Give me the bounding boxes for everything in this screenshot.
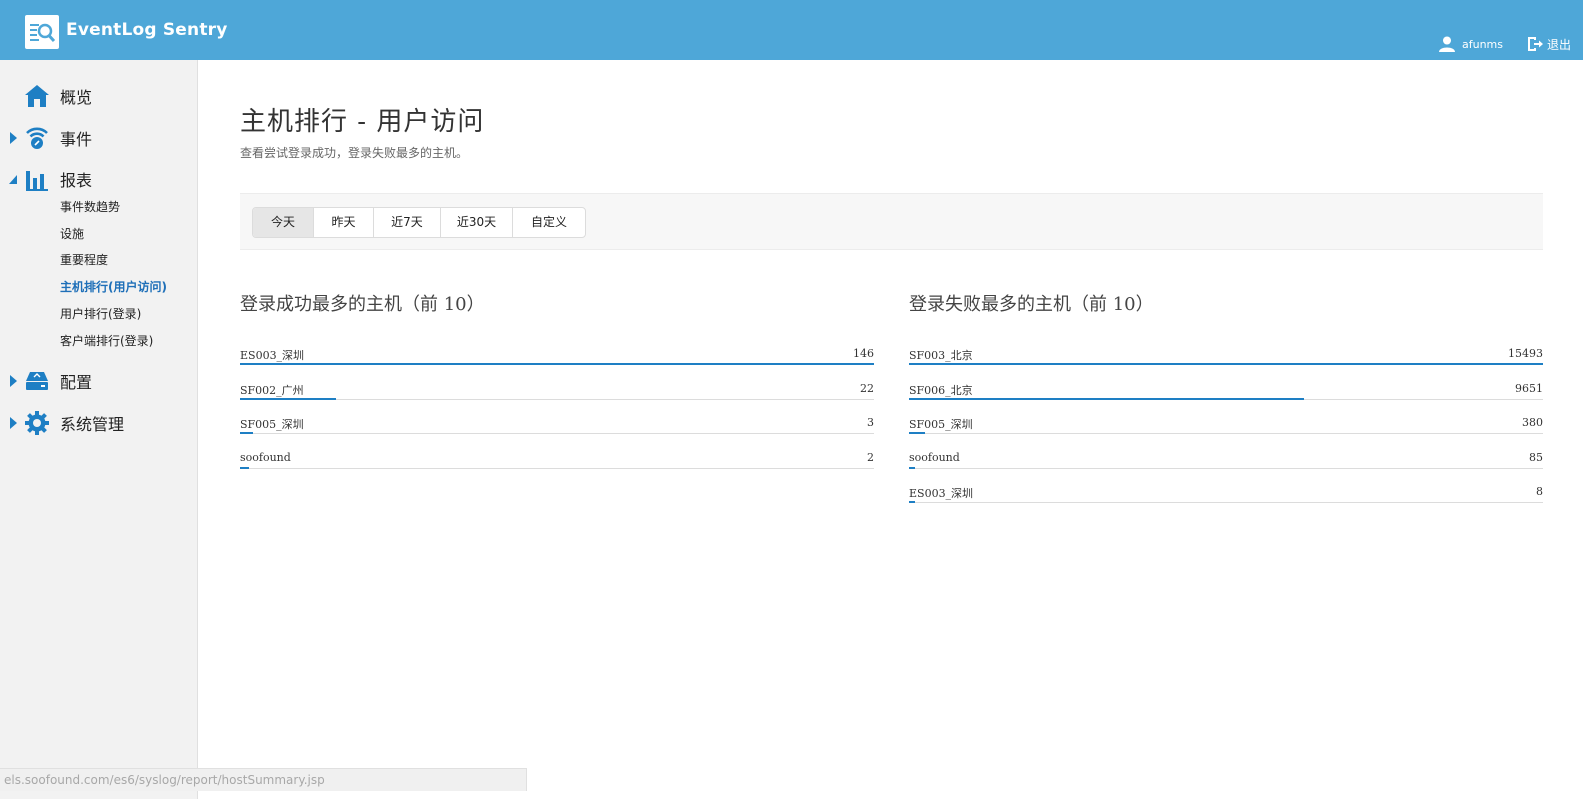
sidebar-subitem-user-ranking[interactable]: 用户排行(登录) (60, 305, 141, 322)
failure-panel-title: 登录失败最多的主机（前 10） (909, 294, 1154, 315)
progress-fill (909, 397, 1304, 400)
progress-fill (909, 432, 925, 434)
host-name: ES003_深圳 (909, 487, 974, 500)
time-filter-group: 今天 昨天 近7天 近30天 自定义 (252, 207, 586, 238)
username: afunms (1462, 37, 1504, 51)
filter-7days-button[interactable]: 近7天 (374, 208, 441, 237)
bar-chart-icon (26, 171, 48, 191)
progress-fill (909, 501, 915, 503)
host-count: 85 (1529, 450, 1543, 464)
chevron-right-icon (10, 375, 17, 387)
progress-track (909, 433, 1543, 434)
ranking-row: SF005_深圳 380 (909, 409, 1543, 444)
progress-fill (909, 466, 915, 469)
host-name: soofound (240, 450, 291, 464)
host-name: SF002_广州 (240, 383, 304, 397)
ranking-row: soofound 2 (240, 444, 874, 479)
progress-fill (909, 363, 1543, 365)
sidebar-item-overview[interactable]: 概览 (0, 78, 198, 114)
app-title: EventLog Sentry (66, 20, 228, 40)
chevron-right-icon (10, 132, 17, 144)
progress-fill (240, 363, 874, 365)
sidebar-subitem-facility[interactable]: 设施 (60, 225, 84, 242)
host-name: SF003_北京 (909, 349, 973, 362)
logout-button[interactable]: 退出 (1526, 35, 1571, 53)
home-icon (25, 85, 49, 107)
host-name: SF005_深圳 (909, 418, 973, 431)
sidebar-subitem-host-ranking[interactable]: 主机排行(用户访问) (60, 278, 167, 295)
sidebar: 概览 事件 报表 事件数趋势 设施 重要程度 主机排行(用户访问) 用户排行(登… (0, 60, 198, 799)
success-panel-title: 登录成功最多的主机（前 10） (240, 294, 485, 315)
ranking-row: SF005_深圳 3 (240, 409, 874, 444)
chevron-right-icon (10, 417, 17, 429)
time-filter-bar: 今天 昨天 近7天 近30天 自定义 (240, 193, 1543, 250)
host-count: 8 (1536, 485, 1543, 498)
ranking-row: SF002_广州 22 (240, 375, 874, 410)
log-search-icon[interactable] (25, 15, 59, 49)
ranking-row: SF003_北京 15493 (909, 340, 1543, 375)
ranking-row: soofound 85 (909, 444, 1543, 479)
device-icon (26, 372, 48, 390)
gear-icon (25, 411, 49, 435)
ranking-row: ES003_深圳 146 (240, 340, 874, 375)
host-count: 146 (853, 347, 874, 360)
sidebar-subitem-client-ranking[interactable]: 客户端排行(登录) (60, 332, 153, 349)
sidebar-item-label: 概览 (60, 88, 93, 107)
sidebar-item-label: 系统管理 (60, 415, 125, 434)
progress-track (240, 433, 874, 434)
progress-track (240, 467, 874, 469)
sidebar-item-system[interactable]: 系统管理 (0, 405, 198, 441)
sidebar-item-events[interactable]: 事件 (0, 120, 198, 156)
page-subtitle: 查看尝试登录成功，登录失败最多的主机。 (240, 146, 469, 160)
host-count: 22 (860, 381, 874, 395)
logout-icon (1528, 37, 1543, 51)
ranking-row: SF006_北京 9651 (909, 375, 1543, 410)
host-count: 9651 (1515, 381, 1543, 395)
user-menu[interactable]: afunms (1438, 35, 1503, 53)
host-count: 380 (1522, 416, 1543, 429)
sidebar-item-config[interactable]: 配置 (0, 363, 198, 399)
host-name: SF005_深圳 (240, 418, 304, 431)
host-count: 2 (867, 450, 874, 464)
user-icon (1439, 36, 1455, 52)
filter-30days-button[interactable]: 近30天 (441, 208, 513, 237)
browser-status-url: els.soofound.com/es6/syslog/report/hostS… (0, 768, 527, 791)
sidebar-item-label: 配置 (60, 373, 93, 392)
ranking-row: ES003_深圳 8 (909, 478, 1543, 513)
sidebar-subitem-severity[interactable]: 重要程度 (60, 251, 108, 268)
host-count: 15493 (1508, 347, 1543, 360)
host-name: soofound (909, 450, 960, 464)
sidebar-item-label: 报表 (60, 171, 93, 190)
page-title: 主机排行 - 用户访问 (240, 107, 485, 137)
host-count: 3 (867, 416, 874, 429)
sidebar-item-label: 事件 (60, 130, 93, 149)
host-name: SF006_北京 (909, 383, 973, 397)
logout-label: 退出 (1547, 37, 1572, 52)
success-ranking-list: ES003_深圳 146 SF002_广州 22 SF005_深圳 3 soofound 2 (240, 340, 874, 478)
filter-yesterday-button[interactable]: 昨天 (314, 208, 374, 237)
progress-track (909, 502, 1543, 503)
progress-track (909, 467, 1543, 469)
failure-ranking-list: SF003_北京 15493 SF006_北京 9651 SF005_深圳 380 soof… (909, 340, 1543, 513)
progress-fill (240, 432, 254, 434)
progress-fill (240, 397, 336, 400)
top-header: EventLog Sentry afunms 退出 (0, 0, 1583, 60)
host-name: ES003_深圳 (240, 349, 305, 362)
filter-custom-button[interactable]: 自定义 (513, 208, 585, 237)
wifi-event-icon (26, 127, 48, 149)
sidebar-item-reports[interactable]: 报表 (0, 161, 198, 197)
chevron-down-icon (9, 175, 17, 184)
filter-today-button[interactable]: 今天 (253, 208, 314, 237)
sidebar-subitem-event-trend[interactable]: 事件数趋势 (60, 198, 120, 215)
progress-fill (240, 466, 249, 469)
